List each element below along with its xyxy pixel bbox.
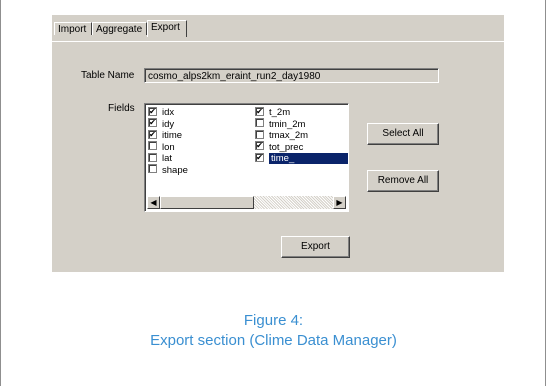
- fields-column-left: ✔ idx ✔ idy ✔ itime lon lat shape: [148, 106, 188, 177]
- field-item-tot-prec[interactable]: ✔ tot_prec: [255, 141, 348, 154]
- field-item-shape[interactable]: shape: [148, 164, 188, 177]
- tab-aggregate[interactable]: Aggregate: [92, 22, 147, 35]
- field-label: t_2m: [269, 107, 291, 118]
- field-checkbox[interactable]: ✔: [255, 106, 264, 116]
- field-checkbox[interactable]: [255, 129, 264, 139]
- field-item-itime[interactable]: ✔ itime: [148, 129, 188, 142]
- field-checkbox[interactable]: [148, 141, 157, 151]
- tab-export-label: Export: [151, 22, 180, 33]
- field-label: shape: [162, 164, 188, 176]
- tab-aggregate-label: Aggregate: [96, 24, 143, 35]
- field-checkbox[interactable]: ✔: [255, 141, 264, 151]
- arrow-right-icon: ▶: [336, 198, 343, 207]
- select-all-button[interactable]: Select All: [367, 123, 439, 145]
- table-name-field[interactable]: cosmo_alps2km_eraint_run2_day1980: [144, 68, 439, 83]
- tab-divider: [52, 41, 504, 42]
- field-item-lat[interactable]: lat: [148, 152, 188, 165]
- field-label: tmax_2m: [269, 130, 309, 141]
- field-item-time-[interactable]: ✔ time_: [255, 152, 348, 165]
- tab-import-label: Import: [58, 24, 87, 35]
- field-checkbox[interactable]: ✔: [255, 152, 264, 162]
- scroll-track[interactable]: [254, 196, 333, 209]
- field-item-tmin-2m[interactable]: tmin_2m: [255, 118, 348, 131]
- field-checkbox[interactable]: ✔: [148, 106, 157, 116]
- field-label: time_: [269, 153, 348, 164]
- field-item-t-2m[interactable]: ✔ t_2m: [255, 106, 348, 119]
- scroll-right-button[interactable]: ▶: [333, 196, 346, 209]
- field-item-idy[interactable]: ✔ idy: [148, 118, 188, 131]
- field-checkbox[interactable]: [255, 118, 264, 128]
- field-label: tot_prec: [269, 141, 304, 153]
- field-label: lat: [162, 153, 173, 164]
- tab-bar: Import Aggregate Export: [52, 20, 504, 42]
- figure-caption: Export section (Clime Data Manager): [150, 332, 397, 349]
- field-label: itime: [162, 130, 183, 141]
- scroll-left-button[interactable]: ◀: [147, 196, 160, 209]
- export-dialog: Import Aggregate Export Table Name cosmo…: [52, 15, 504, 272]
- tab-export[interactable]: Export: [147, 20, 187, 37]
- horizontal-scrollbar[interactable]: ◀ ▶: [147, 196, 346, 209]
- field-label: lon: [162, 141, 175, 153]
- field-checkbox[interactable]: ✔: [148, 118, 157, 128]
- arrow-left-icon: ◀: [150, 198, 157, 207]
- figure-number: Figure 4:: [243, 312, 304, 329]
- field-label: tmin_2m: [269, 118, 306, 130]
- export-button[interactable]: Export: [281, 236, 350, 258]
- field-item-lon[interactable]: lon: [148, 141, 188, 154]
- field-checkbox[interactable]: [148, 152, 157, 162]
- fields-label: Fields: [108, 103, 135, 114]
- table-name-label: Table Name: [81, 70, 135, 81]
- fields-column-right: ✔ t_2m tmin_2m tmax_2m ✔ tot_prec ✔ time_: [255, 106, 348, 165]
- remove-all-button[interactable]: Remove All: [367, 170, 439, 192]
- scroll-thumb[interactable]: [160, 196, 254, 209]
- field-checkbox[interactable]: [148, 164, 157, 174]
- tab-import[interactable]: Import: [54, 22, 92, 35]
- field-item-tmax-2m[interactable]: tmax_2m: [255, 129, 348, 142]
- field-label: idx: [162, 107, 175, 118]
- field-checkbox[interactable]: ✔: [148, 129, 157, 139]
- field-label: idy: [162, 118, 175, 130]
- fields-list[interactable]: ✔ idx ✔ idy ✔ itime lon lat shape ✔ t_2m tmin_2m tm…: [144, 103, 349, 212]
- field-item-idx[interactable]: ✔ idx: [148, 106, 188, 119]
